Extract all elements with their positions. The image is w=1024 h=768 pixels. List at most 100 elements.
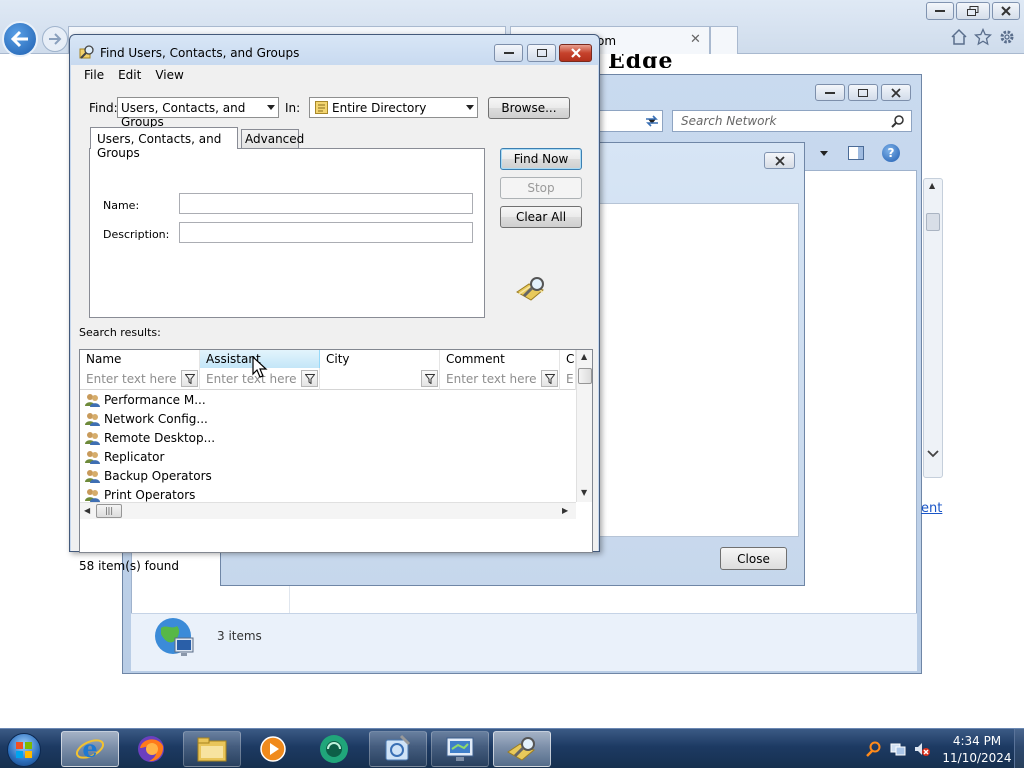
taskbar-control-panel[interactable]	[369, 731, 427, 767]
taskbar-internet-explorer[interactable]: e	[61, 731, 119, 767]
browser-close-button[interactable]	[992, 2, 1020, 20]
tray-search-icon[interactable]	[866, 741, 882, 757]
refresh-icon[interactable]	[642, 112, 662, 130]
taskbar-server-manager[interactable]	[431, 731, 489, 767]
browse-button[interactable]: Browse...	[488, 97, 570, 119]
column-header-extra[interactable]: C	[560, 350, 576, 368]
scroll-right-icon[interactable]: ▶	[562, 506, 568, 515]
tab-users-contacts-groups[interactable]: Users, Contacts, and Groups	[90, 127, 238, 160]
search-results-list: Name Assistant City Comment C Enter text…	[79, 349, 593, 553]
taskbar-explorer[interactable]	[183, 731, 241, 767]
browser-forward-button[interactable]	[42, 26, 68, 52]
name-label: Name:	[103, 199, 140, 212]
taskbar-media-player[interactable]	[244, 731, 302, 767]
filter-funnel-icon[interactable]	[541, 370, 558, 387]
scroll-down-icon[interactable]: ▼	[581, 488, 587, 497]
in-scope-select[interactable]: Entire Directory	[309, 97, 478, 118]
vertical-scroll-thumb[interactable]	[578, 368, 592, 384]
results-rows: Performance M... Network Config... Remote …	[80, 390, 576, 520]
filter-funnel-icon[interactable]	[181, 370, 198, 387]
row-name: Replicator	[104, 449, 165, 464]
menu-edit[interactable]: Edit	[111, 65, 148, 85]
browser-minimize-button[interactable]	[926, 2, 954, 20]
clock-date[interactable]: 11/10/2024	[942, 751, 1012, 765]
favorites-star-icon[interactable]	[974, 28, 992, 46]
results-vertical-scrollbar[interactable]: ▲ ▼	[576, 350, 592, 502]
search-results-label: Search results:	[79, 326, 161, 339]
find-type-select[interactable]: Users, Contacts, and Groups	[117, 97, 279, 129]
clear-all-button[interactable]: Clear All	[500, 206, 582, 228]
network-minimize-button[interactable]	[815, 84, 845, 101]
tools-gear-icon[interactable]	[998, 28, 1016, 46]
search-placeholder: Search Network	[681, 114, 777, 128]
content-scrollbar[interactable]: ▲	[923, 178, 943, 478]
show-desktop-button[interactable]	[1014, 729, 1024, 768]
results-horizontal-scrollbar[interactable]: ◀ ||| ▶	[80, 502, 576, 519]
views-dropdown-icon[interactable]	[820, 151, 828, 156]
group-icon	[85, 431, 100, 445]
horizontal-scroll-thumb[interactable]: |||	[96, 504, 122, 518]
network-maximize-button[interactable]	[848, 84, 878, 101]
filter-funnel-icon[interactable]	[421, 370, 438, 387]
filter-funnel-icon[interactable]	[301, 370, 318, 387]
scroll-left-icon[interactable]: ◀	[84, 506, 90, 515]
filter-extra-cell[interactable]: E	[560, 368, 576, 390]
home-icon[interactable]	[950, 28, 968, 46]
tab-advanced[interactable]: Advanced	[241, 129, 304, 148]
secondary-dialog-close-icon[interactable]	[764, 152, 795, 169]
taskbar-firefox[interactable]	[122, 731, 180, 767]
menu-view[interactable]: View	[148, 65, 190, 85]
column-header-city[interactable]: City	[320, 350, 440, 368]
help-icon[interactable]: ?	[882, 144, 900, 162]
svg-text:e: e	[82, 734, 97, 763]
filter-comment-cell[interactable]: Enter text here	[440, 368, 560, 390]
tab-close-icon[interactable]: ✕	[690, 32, 701, 47]
find-close-button[interactable]	[559, 44, 592, 62]
column-header-name[interactable]: Name	[80, 350, 200, 368]
table-row[interactable]: Replicator	[80, 447, 576, 466]
filter-extra-placeholder: E	[566, 372, 574, 386]
table-row[interactable]: Backup Operators	[80, 466, 576, 485]
network-search-input[interactable]: Search Network	[672, 110, 912, 132]
network-globe-icon	[155, 618, 194, 656]
find-type-value: Users, Contacts, and Groups	[121, 101, 246, 129]
find-now-button[interactable]: Find Now	[500, 148, 582, 170]
clock-time[interactable]: 4:34 PM	[951, 734, 1003, 748]
preview-pane-icon[interactable]	[848, 146, 864, 160]
taskbar-find-users[interactable]	[493, 731, 551, 767]
group-icon	[85, 412, 100, 426]
stop-button[interactable]: Stop	[500, 177, 582, 199]
table-row[interactable]: Remote Desktop...	[80, 428, 576, 447]
table-row[interactable]: Performance M...	[80, 390, 576, 409]
scroll-up-icon[interactable]: ▲	[581, 352, 587, 361]
page-link[interactable]: ent	[921, 501, 942, 516]
browser-restore-button[interactable]	[956, 2, 990, 20]
browser-back-button[interactable]	[2, 21, 38, 57]
table-row[interactable]: Network Config...	[80, 409, 576, 428]
network-close-button[interactable]	[881, 84, 911, 101]
volume-muted-icon[interactable]	[914, 741, 930, 757]
start-button[interactable]	[4, 731, 44, 768]
name-input[interactable]	[179, 193, 473, 214]
secondary-dialog-close-button[interactable]: Close	[720, 547, 787, 570]
menu-file[interactable]: File	[77, 65, 111, 85]
row-name: Network Config...	[104, 411, 208, 426]
scroll-down-chevron-icon[interactable]	[926, 449, 940, 459]
search-criteria-panel: Name: Description:	[89, 148, 485, 318]
find-minimize-button[interactable]	[494, 44, 523, 62]
filter-city-cell[interactable]	[320, 368, 440, 390]
mouse-cursor-icon	[252, 356, 268, 378]
taskbar-app-green[interactable]	[305, 731, 363, 767]
new-tab-button[interactable]	[710, 26, 738, 54]
network-status-icon[interactable]	[890, 741, 906, 757]
content-scroll-thumb[interactable]	[926, 213, 940, 231]
column-header-comment[interactable]: Comment	[440, 350, 560, 368]
network-item-count: 3 items	[217, 629, 262, 643]
description-input[interactable]	[179, 222, 473, 243]
search-icon[interactable]	[891, 114, 905, 128]
row-name: Performance M...	[104, 392, 206, 407]
chevron-down-icon	[466, 105, 474, 110]
filter-name-cell[interactable]: Enter text here	[80, 368, 200, 390]
row-name: Print Operators	[104, 487, 196, 502]
find-maximize-button[interactable]	[527, 44, 556, 62]
